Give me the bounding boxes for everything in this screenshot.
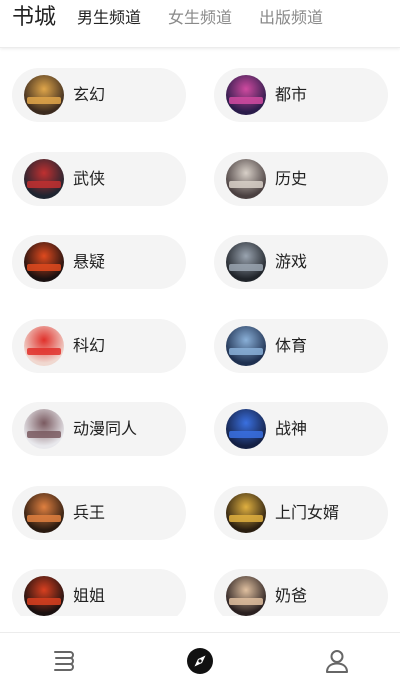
category-card-son-in-law[interactable]: 上门女婿 (214, 486, 388, 540)
category-card-history[interactable]: 历史 (214, 152, 388, 206)
category-label: 奶爸 (275, 586, 308, 605)
category-label: 动漫同人 (73, 419, 138, 438)
category-cover-image (226, 75, 266, 115)
category-label: 游戏 (275, 252, 308, 271)
category-label: 玄幻 (73, 85, 106, 104)
category-card-soldier-king[interactable]: 兵王 (12, 486, 186, 540)
bookstore-page: 书城 男生频道 女生频道 出版频道 玄幻 都市 武侠 历史 悬疑 游戏 科幻 体… (0, 0, 400, 686)
category-cover-image (226, 326, 266, 366)
nav-bookshelf-button[interactable] (49, 647, 77, 675)
category-card-sports[interactable]: 体育 (214, 319, 388, 373)
category-card-mystery[interactable]: 悬疑 (12, 235, 186, 289)
nav-profile-button[interactable] (323, 647, 351, 675)
category-cover-image (24, 576, 64, 616)
category-card-fantasy[interactable]: 玄幻 (12, 68, 186, 122)
page-title: 书城 (12, 5, 57, 30)
category-card-anime-fanfic[interactable]: 动漫同人 (12, 402, 186, 456)
compass-icon (187, 648, 213, 674)
nav-discover-button[interactable] (186, 647, 214, 675)
tab-publishing-channel[interactable]: 出版频道 (259, 8, 323, 28)
category-cover-image (24, 409, 64, 449)
category-label: 历史 (275, 169, 308, 188)
category-card-urban[interactable]: 都市 (214, 68, 388, 122)
tab-male-channel[interactable]: 男生频道 (77, 8, 141, 28)
category-cover-image (24, 326, 64, 366)
category-cover-image (24, 159, 64, 199)
category-label: 上门女婿 (275, 503, 340, 522)
category-label: 科幻 (73, 336, 106, 355)
category-cover-image (226, 159, 266, 199)
category-card-martial-arts[interactable]: 武侠 (12, 152, 186, 206)
category-card-sister[interactable]: 姐姐 (12, 569, 186, 616)
category-cover-image (24, 242, 64, 282)
category-card-super-dad[interactable]: 奶爸 (214, 569, 388, 616)
category-label: 战神 (275, 419, 308, 438)
category-grid: 玄幻 都市 武侠 历史 悬疑 游戏 科幻 体育 动漫同人 战神 兵王 上门女婿 … (0, 48, 400, 616)
tab-female-channel[interactable]: 女生频道 (168, 8, 232, 28)
bookshelf-icon (54, 651, 74, 671)
category-cover-image (226, 576, 266, 616)
category-cover-image (226, 493, 266, 533)
top-header: 书城 男生频道 女生频道 出版频道 (0, 0, 400, 48)
category-label: 兵王 (73, 503, 106, 522)
category-cover-image (24, 75, 64, 115)
category-label: 体育 (275, 336, 308, 355)
category-label: 都市 (275, 85, 308, 104)
category-label: 武侠 (73, 169, 106, 188)
category-cover-image (226, 409, 266, 449)
category-card-war-god[interactable]: 战神 (214, 402, 388, 456)
user-icon (326, 650, 348, 673)
category-cover-image (226, 242, 266, 282)
category-label: 悬疑 (73, 252, 106, 271)
category-card-game[interactable]: 游戏 (214, 235, 388, 289)
bottom-navigation (0, 632, 400, 686)
category-card-scifi[interactable]: 科幻 (12, 319, 186, 373)
category-label: 姐姐 (73, 586, 106, 605)
category-cover-image (24, 493, 64, 533)
